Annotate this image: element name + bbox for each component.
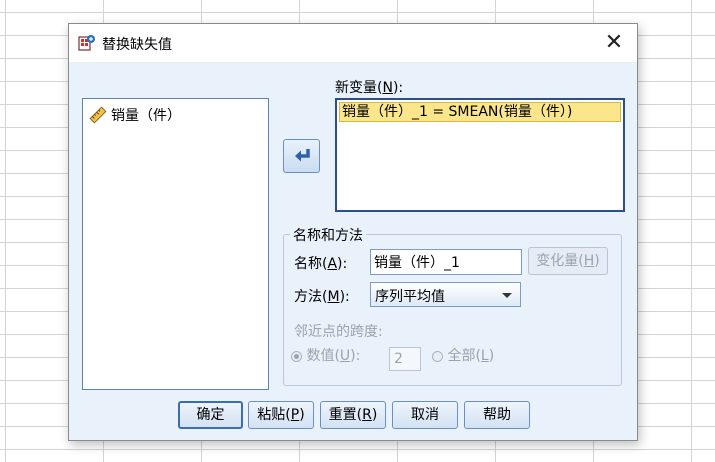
cancel-button[interactable]: 取消: [392, 401, 458, 429]
ruler-icon: [89, 106, 107, 124]
value-option[interactable]: 数值(U):: [291, 345, 360, 365]
app-icon: [78, 35, 95, 51]
source-item-label: 销量（件）: [111, 108, 181, 124]
ok-button[interactable]: 确定: [178, 401, 243, 429]
method-shortcut: M: [327, 289, 340, 305]
all-option[interactable]: 全部(L): [432, 345, 494, 365]
chevron-down-icon: [502, 293, 512, 298]
all-option-label: 全部: [447, 348, 476, 364]
change-shortcut: H: [583, 253, 595, 269]
name-input[interactable]: [370, 249, 522, 275]
title-bar: 替换缺失值 ✕: [69, 24, 637, 62]
list-item[interactable]: 销量（件）_1 = SMEAN(销量（件）): [339, 102, 621, 122]
paste-button[interactable]: 粘贴(P): [248, 401, 314, 429]
radio-icon: [432, 350, 443, 362]
method-select[interactable]: 序列平均值: [370, 282, 521, 307]
all-option-shortcut: L: [480, 348, 489, 364]
span-number-input[interactable]: 2: [389, 347, 421, 371]
method-select-value: 序列平均值: [375, 289, 445, 305]
source-variable-list[interactable]: 销量（件）: [82, 98, 269, 390]
replace-missing-values-dialog: 替换缺失值 ✕ 销量（件） 新变量(N): 销量（件）_1 = SMEAN(销量…: [68, 23, 638, 441]
method-label-text: 方法: [294, 289, 322, 305]
paste-shortcut: P: [290, 407, 300, 423]
close-icon[interactable]: ✕: [601, 30, 627, 56]
curved-arrow-icon: [294, 149, 310, 162]
radio-icon: [291, 350, 302, 362]
method-label: 方法(M):: [294, 289, 350, 305]
change-button-label: 变化量: [536, 253, 579, 269]
reset-shortcut: R: [362, 407, 372, 423]
reset-button-label: 重置: [328, 407, 357, 423]
name-and-method-group: 名称和方法 名称(A): 变化量(H) 方法(M): 序列平均值 邻近点的跨度:…: [283, 225, 622, 386]
dialog-title: 替换缺失值: [102, 37, 172, 53]
new-variable-label: 新变量(N):: [335, 80, 404, 96]
name-label-text: 名称: [294, 256, 322, 272]
new-variable-shortcut: N: [382, 80, 393, 96]
list-item[interactable]: 销量（件）: [89, 105, 181, 125]
span-label: 邻近点的跨度:: [294, 324, 383, 340]
change-button[interactable]: 变化量(H): [528, 247, 608, 275]
name-shortcut: A: [327, 256, 338, 272]
new-variable-text: 新变量: [335, 80, 377, 96]
move-variable-button[interactable]: [283, 139, 320, 173]
reset-button[interactable]: 重置(R): [320, 401, 386, 429]
paste-button-label: 粘贴: [257, 407, 286, 423]
value-option-shortcut: U: [339, 348, 351, 364]
group-title: 名称和方法: [290, 225, 366, 245]
new-variable-list[interactable]: 销量（件）_1 = SMEAN(销量（件）): [335, 98, 625, 212]
name-label: 名称(A):: [294, 256, 348, 272]
value-option-label: 数值: [306, 348, 335, 364]
help-button[interactable]: 帮助: [464, 401, 530, 429]
